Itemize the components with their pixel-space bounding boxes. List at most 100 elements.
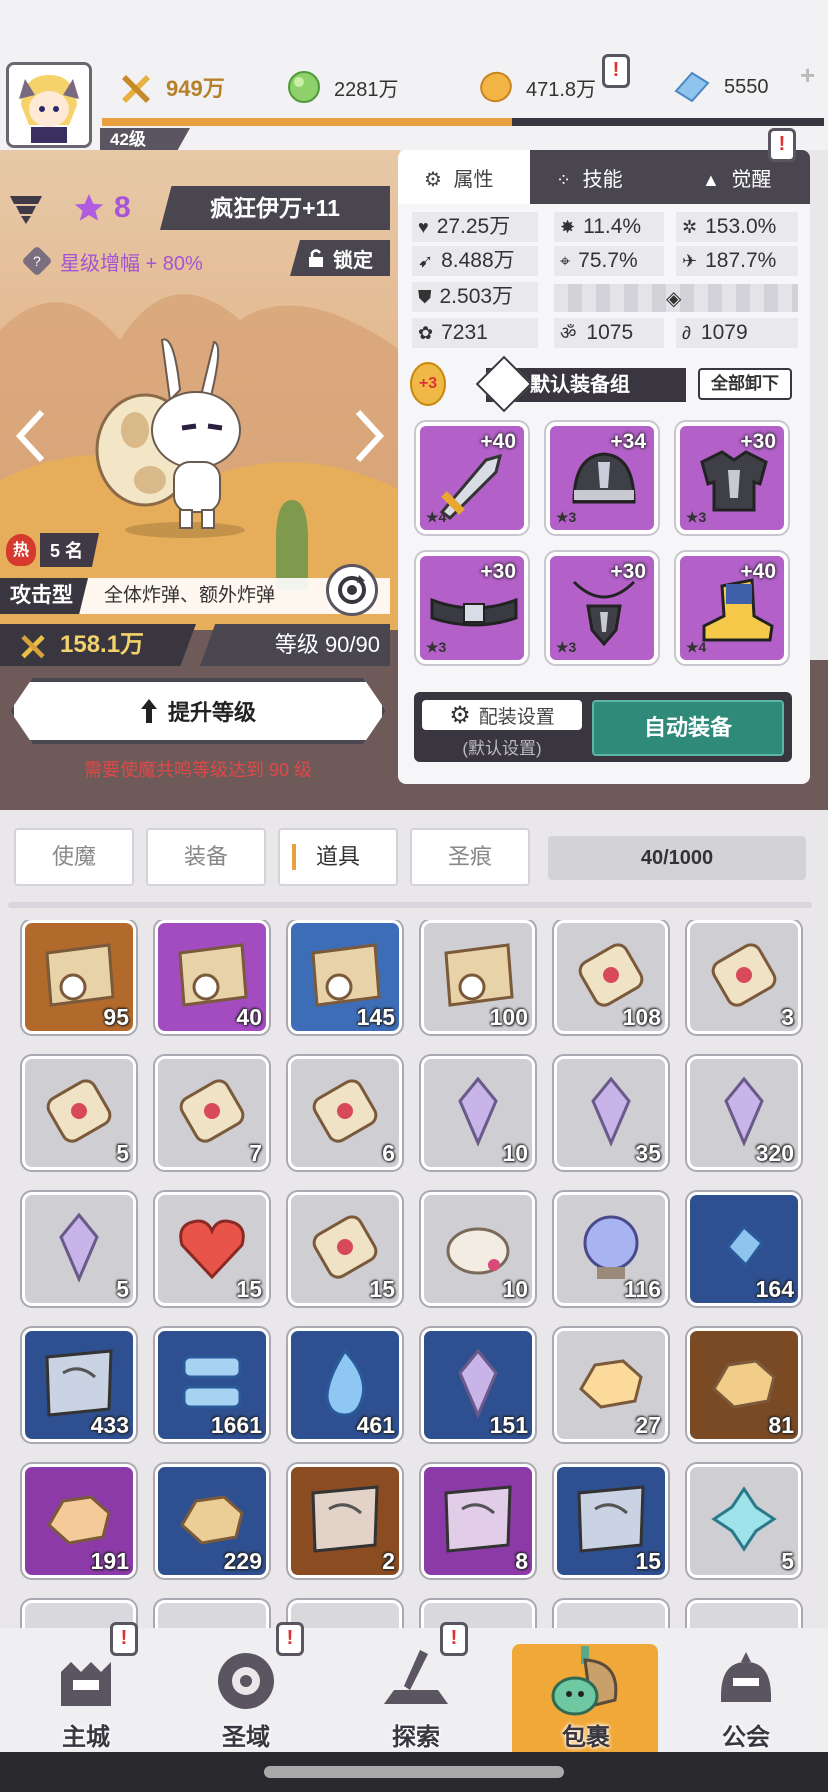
inventory-item[interactable]: 108 [554, 920, 668, 1034]
item-count: 15 [236, 1276, 262, 1302]
inventory-item[interactable]: 10 [421, 1056, 535, 1170]
item-count: 5 [116, 1276, 129, 1302]
gold-alert-icon[interactable]: ! [602, 54, 630, 88]
tab-items[interactable]: 道具 [278, 828, 398, 886]
equip-slot-armor[interactable]: +30 ★3 [676, 422, 788, 534]
nav-guild[interactable]: 公会 [686, 1640, 806, 1760]
item-count: 2 [382, 1548, 395, 1574]
crosshair-icon: ⌖ [560, 251, 571, 271]
question-icon: ? [21, 245, 53, 277]
tab-awaken[interactable]: ▲ 觉醒 [702, 158, 802, 202]
belt-icon [430, 597, 518, 627]
stat-crit-dmg: ✲ 153.0% [676, 212, 798, 242]
prev-hero-arrow-icon[interactable] [14, 408, 48, 464]
inventory-item[interactable]: 40 [155, 920, 269, 1034]
item-count: 81 [768, 1412, 794, 1438]
inventory-item[interactable]: 15 [288, 1192, 402, 1306]
inventory-item[interactable]: 145 [288, 920, 402, 1034]
nav-explore-alert-icon[interactable]: ! [440, 1622, 468, 1656]
inventory-item[interactable]: 81 [687, 1328, 801, 1442]
inventory-item[interactable]: 100 [421, 920, 535, 1034]
equip-slot-helmet[interactable]: +34 ★3 [546, 422, 658, 534]
nav-explore[interactable]: 探索 [356, 1640, 476, 1760]
inventory-item[interactable]: 116 [554, 1192, 668, 1306]
loadout-settings-button[interactable]: ⚙ 配装设置 [422, 700, 582, 730]
inventory-item[interactable]: 95 [22, 920, 136, 1034]
hero-character[interactable] [90, 330, 270, 540]
inventory-item[interactable]: 3 [687, 920, 801, 1034]
power-display: 949万 [118, 62, 225, 112]
star-boost[interactable]: ? 星级增幅 + 80% [21, 245, 246, 277]
power-swords-icon [18, 630, 48, 660]
add-gem-icon[interactable]: + [800, 62, 826, 88]
ore-icon [47, 1495, 111, 1545]
inventory-item[interactable]: 164 [687, 1192, 801, 1306]
nav-sanctuary-alert-icon[interactable]: ! [276, 1622, 304, 1656]
swirl-icon: ✿ [418, 323, 434, 343]
equip-slot-necklace[interactable]: +30 ★3 [546, 552, 658, 664]
next-hero-arrow-icon[interactable] [352, 408, 386, 464]
dodge-icon: ॐ [560, 323, 577, 343]
inventory-item[interactable]: 8 [421, 1464, 535, 1578]
nav-main-city-alert-icon[interactable]: ! [110, 1622, 138, 1656]
unequip-all-button[interactable]: 全部卸下 [698, 368, 792, 400]
inventory-item[interactable]: 191 [22, 1464, 136, 1578]
tab-attributes[interactable]: ⚙ 属性 [424, 158, 534, 202]
inventory-item[interactable]: 27 [554, 1328, 668, 1442]
inventory-item[interactable]: 151 [421, 1328, 535, 1442]
equip-slot-weapon[interactable]: +40 ★4 [416, 422, 528, 534]
item-count: 3 [781, 1004, 794, 1030]
equip-slot-boots[interactable]: +40 ★4 [676, 552, 788, 664]
inventory-item[interactable]: 35 [554, 1056, 668, 1170]
inventory-item[interactable]: 433 [22, 1328, 136, 1442]
nav-sanctuary[interactable]: 圣域 [186, 1640, 306, 1760]
tab-stigmata[interactable]: 圣痕 [410, 828, 530, 886]
inventory-item[interactable]: 1661 [155, 1328, 269, 1442]
orb-icon [583, 1215, 639, 1279]
nav-main-city[interactable]: 主城 [26, 1640, 146, 1760]
player-avatar[interactable] [6, 62, 92, 148]
nav-bag[interactable]: 包裹 [526, 1640, 646, 1760]
lock-button[interactable]: 锁定 [290, 240, 390, 276]
inventory-item[interactable]: 15 [554, 1464, 668, 1578]
vortex-icon [218, 1653, 274, 1709]
inventory-item[interactable]: 2 [288, 1464, 402, 1578]
gold-value: 471.8万 [526, 78, 597, 101]
item-count: 145 [356, 1004, 395, 1030]
auto-equip-button[interactable]: 自动装备 [592, 700, 784, 756]
inventory-item[interactable]: 5 [687, 1464, 801, 1578]
material-icon [182, 1355, 242, 1409]
item-count: 229 [223, 1548, 262, 1574]
inventory-item[interactable]: 461 [288, 1328, 402, 1442]
inventory-item[interactable]: 5 [22, 1192, 136, 1306]
inventory-item[interactable]: 15 [155, 1192, 269, 1306]
scroll-track[interactable] [8, 902, 812, 908]
stat-atk: ➹ 8.488万 [412, 246, 538, 276]
inventory-item[interactable]: 5 [22, 1056, 136, 1170]
inventory-item[interactable]: 10 [421, 1192, 535, 1306]
green-orb-icon [288, 71, 320, 103]
inventory-item[interactable]: 229 [155, 1464, 269, 1578]
item-count: 10 [502, 1140, 528, 1166]
inventory-item[interactable]: 6 [288, 1056, 402, 1170]
item-count: 27 [635, 1412, 661, 1438]
treasure-map-icon [45, 943, 115, 1007]
stat-def: ⛊ 2.503万 [412, 282, 538, 312]
upgrade-level-button[interactable]: 提升等级 [10, 678, 386, 744]
home-indicator[interactable] [264, 1766, 564, 1778]
speed-icon: ✈ [682, 251, 698, 271]
item-count: 320 [755, 1140, 794, 1166]
awaken-alert-icon[interactable]: ! [768, 128, 796, 162]
gold-currency: 471.8万 [478, 62, 596, 112]
tab-familiar[interactable]: 使魔 [14, 828, 134, 886]
tab-equipment[interactable]: 装备 [146, 828, 266, 886]
item-count: 1661 [210, 1412, 262, 1438]
gold-coin-icon [480, 71, 512, 103]
tab-skills[interactable]: ⁘ 技能 [556, 158, 666, 202]
tornado-icon [8, 190, 44, 226]
hero-level-text: 等级 90/90 [274, 632, 380, 657]
refresh-icon[interactable] [326, 564, 378, 616]
inventory-item[interactable]: 7 [155, 1056, 269, 1170]
inventory-item[interactable]: 320 [687, 1056, 801, 1170]
equip-slot-belt[interactable]: +30 ★3 [416, 552, 528, 664]
